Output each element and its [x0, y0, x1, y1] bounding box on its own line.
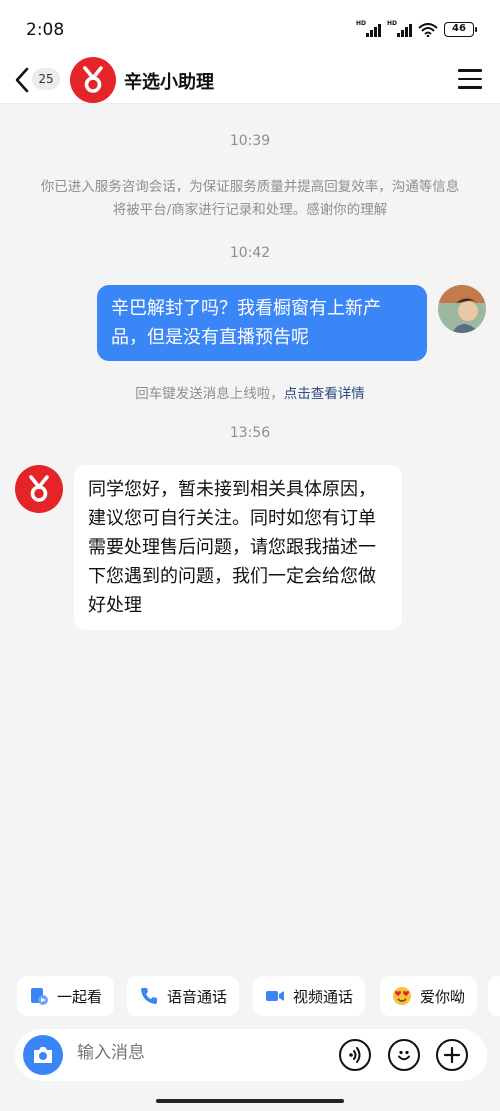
heart-eyes-emoji-icon	[393, 987, 411, 1005]
unread-count-badge[interactable]: 25	[32, 68, 60, 90]
incoming-message-bubble[interactable]: 同学您好，暂未接到相关具体原因，建议您可自行关注。同时如您有订单需要处理售后问题…	[74, 465, 402, 630]
chip-label: 视频通话	[293, 987, 354, 1006]
message-input[interactable]	[77, 1043, 327, 1063]
love-you-button[interactable]: 爱你呦	[380, 976, 478, 1016]
watch-together-button[interactable]: 一起看	[17, 976, 115, 1016]
xinxuan-logo-icon	[29, 475, 49, 502]
user-avatar-image	[438, 285, 486, 333]
quick-actions-bar: 一起看 语音通话 视频通话 爱你呦	[0, 976, 500, 1018]
chat-header: 25 辛选小助理	[0, 56, 500, 104]
more-quick-action[interactable]	[488, 976, 500, 1016]
timestamp: 10:42	[229, 245, 271, 261]
wifi-icon	[418, 22, 438, 37]
watch-together-icon	[31, 988, 48, 1005]
hint-text: 回车键发送消息上线啦，	[135, 386, 284, 402]
chip-label: 一起看	[57, 987, 103, 1006]
chip-label: 语音通话	[167, 987, 228, 1006]
video-camera-icon	[266, 991, 284, 1001]
battery-icon: 46	[444, 22, 477, 37]
chip-label: 爱你呦	[420, 987, 466, 1006]
home-indicator[interactable]	[156, 1099, 344, 1103]
timestamp: 10:39	[229, 133, 271, 149]
menu-icon[interactable]	[458, 69, 482, 89]
camera-icon	[34, 1047, 52, 1063]
signal-icon-2: HD	[387, 20, 412, 37]
back-arrow-icon[interactable]	[12, 66, 32, 94]
xinxuan-logo-icon	[83, 66, 103, 93]
chat-title: 辛选小助理	[124, 72, 214, 93]
service-notice: 你已进入服务咨询会话，为保证服务质量并提高回复效率，沟通等信息将被平台/商家进行…	[40, 179, 460, 218]
outgoing-message-bubble[interactable]: 辛巴解封了吗？我看橱窗有上新产品，但是没有直播预告呢	[97, 285, 427, 361]
voice-input-button[interactable]	[339, 1039, 371, 1071]
bot-avatar[interactable]	[70, 57, 116, 103]
emoji-button[interactable]	[388, 1039, 420, 1071]
status-bar: 2:08 HD HD 46	[0, 0, 500, 56]
status-time: 2:08	[26, 20, 65, 40]
message-input-bar	[15, 1029, 487, 1081]
status-icons: HD HD 46	[356, 20, 477, 37]
video-call-button[interactable]: 视频通话	[253, 976, 366, 1016]
phone-icon	[141, 988, 157, 1004]
more-options-button[interactable]	[436, 1039, 468, 1071]
plus-icon	[443, 1046, 461, 1064]
smiley-icon	[398, 1050, 410, 1061]
view-details-link[interactable]: 点击查看详情	[284, 386, 365, 402]
feature-hint: 回车键发送消息上线啦，点击查看详情	[0, 382, 500, 402]
sound-wave-icon	[349, 1047, 361, 1063]
bot-avatar[interactable]	[15, 465, 63, 513]
user-avatar[interactable]	[438, 285, 486, 333]
timestamp: 13:56	[229, 425, 271, 441]
camera-button[interactable]	[23, 1035, 63, 1075]
signal-icon: HD	[356, 20, 381, 37]
chat-area[interactable]: 10:39 你已进入服务咨询会话，为保证服务质量并提高回复效率，沟通等信息将被平…	[0, 105, 500, 970]
voice-call-button[interactable]: 语音通话	[127, 976, 240, 1016]
